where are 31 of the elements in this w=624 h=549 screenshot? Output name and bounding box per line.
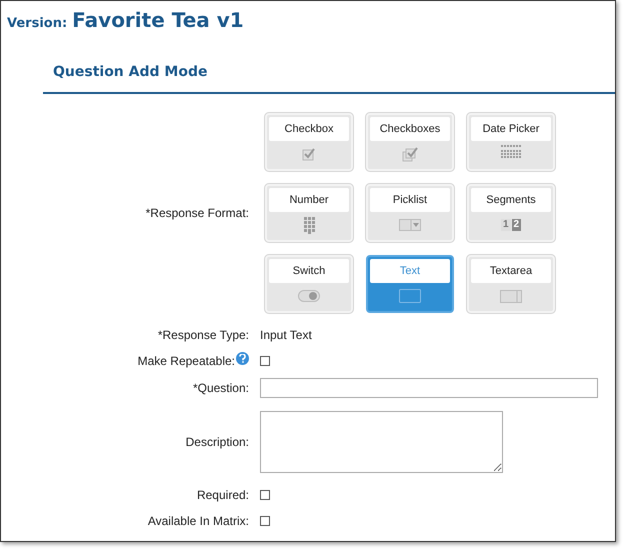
response-format-label: *Response Format:	[146, 205, 249, 222]
response-format-tile[interactable]: Switch	[265, 255, 353, 313]
section-title: Question Add Mode	[53, 64, 208, 80]
field-label: Make Repeatable:	[138, 352, 235, 370]
field-label: Required:	[196, 486, 249, 504]
response-format-tile[interactable]: Number	[265, 184, 353, 242]
field-label: Description:	[186, 434, 249, 451]
version-label: Version:	[7, 15, 68, 33]
response-format-tile[interactable]: Picklist	[366, 184, 454, 242]
response-format-tile[interactable]: Textarea	[467, 255, 555, 313]
question-input-field[interactable]	[260, 378, 598, 398]
field-label: Available In Matrix:	[148, 512, 249, 530]
field-label: *Question:	[192, 380, 249, 397]
checkbox[interactable]	[260, 490, 270, 500]
keypad-icon	[304, 216, 314, 234]
help-icon[interactable]	[236, 352, 249, 365]
checkbox[interactable]	[260, 516, 270, 526]
toggle-switch-icon	[298, 290, 320, 302]
text-field-icon	[399, 289, 421, 303]
checkbox[interactable]	[260, 356, 270, 366]
response-format-tile[interactable]: Checkboxes	[366, 113, 454, 171]
version-title: Favorite Tea v1	[72, 7, 244, 34]
response-format-tile[interactable]: Date Picker	[467, 113, 555, 171]
dropdown-icon	[399, 219, 421, 231]
checkboxes-icon	[402, 146, 418, 162]
field-label: *Response Type:	[158, 326, 249, 344]
textarea-icon	[500, 290, 522, 302]
checkbox-icon	[302, 147, 316, 161]
response-type-value: Input Text	[260, 326, 312, 344]
response-format-tile[interactable]: Segments 1 2	[467, 184, 555, 242]
response-format-tile[interactable]: Checkbox	[265, 113, 353, 171]
